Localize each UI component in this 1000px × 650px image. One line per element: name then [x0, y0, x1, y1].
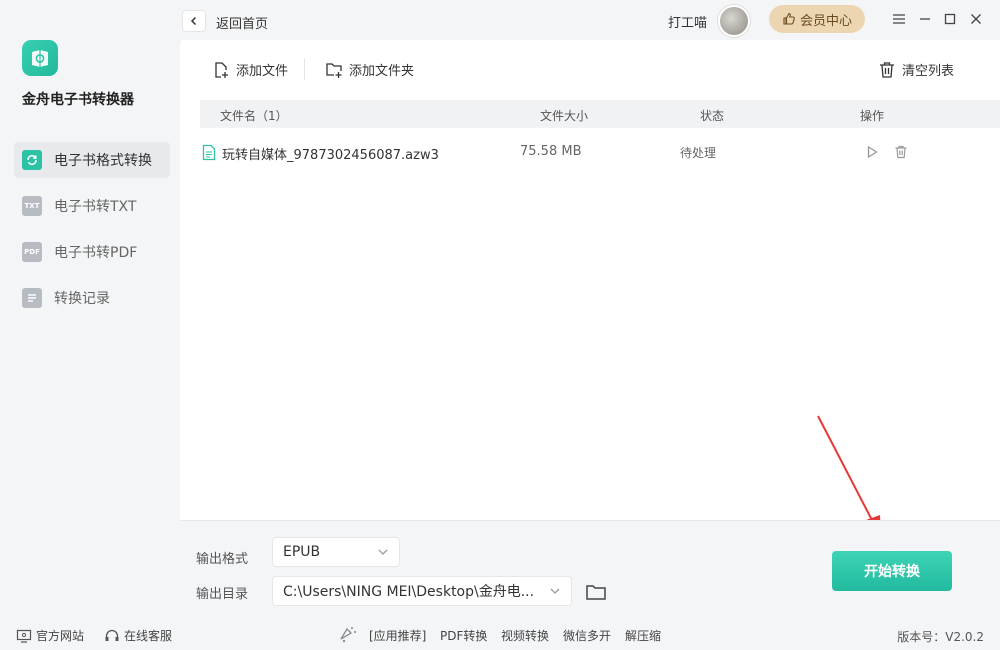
sidebar-item-format-convert[interactable]: 电子书格式转换	[14, 142, 170, 178]
sidebar: 金舟电子书转换器 电子书格式转换 TXT 电子书转TXT PDF 电子书转PDF…	[0, 0, 180, 620]
clear-list-label: 清空列表	[902, 64, 955, 79]
sidebar-item-to-pdf[interactable]: PDF 电子书转PDF	[14, 234, 170, 270]
vip-center-label: 会员中心	[799, 13, 852, 29]
close-button[interactable]	[966, 9, 986, 29]
table-header: 文件名（1） 文件大小 状态 操作	[200, 100, 1000, 128]
add-file-icon	[215, 61, 228, 78]
output-settings-panel: 输出格式 EPUB 输出目录 C:\Users\NING MEI\Desktop…	[180, 520, 1000, 620]
status-bar: 官方网站 在线客服 [应用推荐] PDF转换 视频转换 微信多开 解压缩 版本号…	[0, 620, 1000, 650]
menu-button[interactable]	[889, 9, 909, 29]
output-format-select[interactable]: EPUB	[272, 537, 400, 567]
sidebar-item-to-txt[interactable]: TXT 电子书转TXT	[14, 188, 170, 224]
add-file-button[interactable]: 添加文件	[212, 60, 288, 79]
official-site-link[interactable]: 官方网站	[16, 627, 84, 644]
txt-icon: TXT	[22, 196, 42, 216]
column-header-name: 文件名（1）	[220, 109, 288, 123]
column-header-actions: 操作	[860, 109, 885, 123]
app-logo-icon	[22, 40, 58, 76]
output-format-label: 输出格式	[196, 552, 249, 567]
chevron-down-icon	[378, 549, 388, 555]
file-status: 待处理	[680, 146, 717, 160]
username[interactable]: 打工喵	[668, 12, 707, 31]
file-name: 玩转自媒体_9787302456087.azw3	[222, 148, 439, 163]
add-folder-label: 添加文件夹	[349, 64, 415, 79]
sidebar-item-label: 转换记录	[54, 291, 110, 307]
document-icon	[202, 144, 216, 161]
sidebar-item-label: 电子书格式转换	[54, 153, 152, 169]
minimize-icon	[920, 18, 930, 20]
monitor-icon	[16, 629, 32, 643]
output-dir-value: C:\Users\NING MEI\Desktop\金舟电...	[283, 584, 535, 600]
title-bar: 返回首页 打工喵 会员中心	[180, 0, 1000, 40]
pdf-icon: PDF	[22, 242, 42, 262]
add-folder-button[interactable]: 添加文件夹	[325, 60, 414, 79]
back-home-link[interactable]: 返回首页	[216, 13, 268, 32]
back-button[interactable]	[182, 10, 206, 32]
output-format-value: EPUB	[283, 544, 321, 560]
toolbar-divider	[304, 58, 305, 80]
menu-icon	[893, 14, 905, 24]
online-service-label: 在线客服	[124, 629, 173, 643]
footer-link-video-convert[interactable]: 视频转换	[501, 627, 549, 644]
file-size: 75.58 MB	[520, 144, 582, 159]
output-dir-label: 输出目录	[196, 587, 249, 602]
clear-list-button[interactable]: 清空列表	[878, 60, 954, 79]
app-recommend-label: [应用推荐]	[369, 629, 427, 643]
maximize-icon	[944, 13, 956, 25]
maximize-button[interactable]	[940, 9, 960, 29]
avatar[interactable]	[718, 5, 750, 37]
app-name: 金舟电子书转换器	[22, 92, 134, 108]
trash-icon	[880, 61, 894, 78]
column-header-size: 文件大小	[540, 109, 589, 123]
folder-icon	[586, 585, 606, 600]
online-service-link[interactable]: 在线客服	[104, 627, 172, 644]
chevron-down-icon	[550, 588, 560, 594]
official-site-label: 官方网站	[36, 629, 85, 643]
sidebar-item-history[interactable]: 转换记录	[14, 280, 170, 316]
browse-folder-button[interactable]	[584, 580, 608, 604]
list-icon	[22, 288, 42, 308]
thumbs-up-icon	[783, 12, 795, 25]
footer-link-wechat-multi[interactable]: 微信多开	[563, 627, 611, 644]
sidebar-nav: 电子书格式转换 TXT 电子书转TXT PDF 电子书转PDF 转换记录	[14, 142, 170, 326]
start-convert-button[interactable]: 开始转换	[832, 551, 952, 591]
add-folder-icon	[326, 62, 342, 78]
sidebar-item-label: 电子书转TXT	[54, 199, 137, 215]
footer-link-pdf-convert[interactable]: PDF转换	[440, 627, 487, 644]
vip-center-button[interactable]: 会员中心	[769, 5, 865, 33]
play-button[interactable]	[863, 143, 881, 161]
trash-icon	[895, 145, 907, 159]
chevron-left-icon	[190, 16, 197, 26]
delete-row-button[interactable]	[892, 143, 910, 161]
version-label: 版本号：V2.0.2	[897, 630, 984, 644]
recommend-icon	[340, 627, 356, 643]
refresh-icon	[22, 150, 42, 170]
headset-icon	[105, 629, 119, 641]
table-row[interactable]: 玩转自媒体_9787302456087.azw3 75.58 MB 待处理	[200, 138, 980, 168]
add-file-label: 添加文件	[236, 64, 289, 79]
footer-link-unzip[interactable]: 解压缩	[625, 627, 661, 644]
close-icon	[971, 14, 981, 24]
column-header-status: 状态	[700, 109, 725, 123]
sidebar-item-label: 电子书转PDF	[54, 245, 138, 261]
output-dir-select[interactable]: C:\Users\NING MEI\Desktop\金舟电...	[272, 576, 572, 606]
play-icon	[867, 145, 878, 159]
minimize-button[interactable]	[915, 9, 935, 29]
